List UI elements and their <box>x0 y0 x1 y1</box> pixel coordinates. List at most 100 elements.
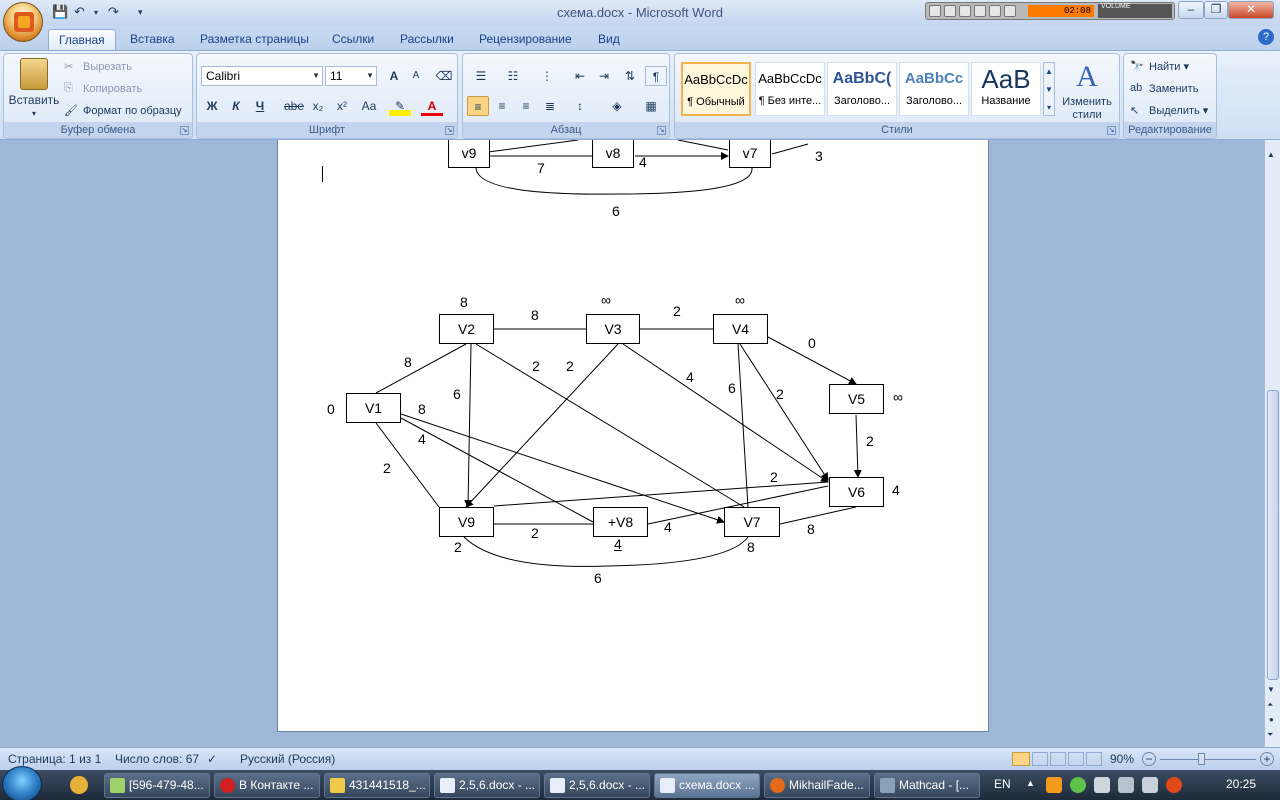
media-eject-icon[interactable] <box>1004 5 1016 17</box>
vertical-scrollbar[interactable]: ▲ ▼ ⏶ ● ⏷ <box>1264 140 1280 747</box>
next-page-icon[interactable]: ⏷ <box>1267 730 1273 740</box>
multilevel-list-icon[interactable]: ⋮ <box>533 66 561 86</box>
font-size-combo[interactable]: 11 ▼ <box>325 66 377 86</box>
tab-insert[interactable]: Вставка <box>120 29 185 50</box>
start-button[interactable] <box>2 766 42 800</box>
font-name-combo[interactable]: Calibri ▼ <box>201 66 323 86</box>
align-right-icon[interactable]: ≡ <box>515 96 537 116</box>
taskbar-item[interactable]: 2,5,6.docx - ... <box>544 773 650 798</box>
zoom-level[interactable]: 90% <box>1110 752 1134 766</box>
taskbar-item[interactable]: В Контакте ... <box>214 773 320 798</box>
style-no-spacing-tile[interactable]: AaBbCcDc ¶ Без инте... <box>755 62 825 116</box>
clipboard-launcher-icon[interactable]: ↘ <box>180 126 189 135</box>
scroll-thumb[interactable] <box>1267 390 1279 680</box>
find-button[interactable]: 🔭 Найти ▾ <box>1130 60 1189 74</box>
tray-service-icon[interactable] <box>1166 777 1182 793</box>
zoom-out-icon[interactable]: − <box>1142 752 1156 766</box>
language-indicator[interactable]: Русский (Россия) <box>240 752 335 766</box>
taskbar-item[interactable]: [596-479-48... <box>104 773 210 798</box>
italic-button[interactable]: К <box>225 96 247 116</box>
change-styles-button[interactable]: A Изменить стили <box>1059 58 1115 122</box>
taskbar-item[interactable]: 2,5,6.docx - ... <box>434 773 540 798</box>
format-painter-button[interactable]: 🖌 Формат по образцу <box>64 104 182 118</box>
taskbar-item[interactable]: Mathcad - [... <box>874 773 980 798</box>
scroll-down-icon[interactable]: ▼ <box>1267 685 1275 694</box>
proofing-icon[interactable]: ✓ <box>207 752 217 766</box>
undo-icon[interactable]: ↶ <box>74 4 85 22</box>
highlight-color-icon[interactable]: ✎ <box>389 96 411 116</box>
network-icon[interactable] <box>1118 777 1134 793</box>
minimize-button[interactable]: – <box>1178 1 1204 19</box>
font-launcher-icon[interactable]: ↘ <box>445 126 454 135</box>
clear-formatting-icon[interactable]: ⌫ <box>433 66 455 86</box>
font-color-icon[interactable]: A <box>421 96 443 116</box>
outline-view-icon[interactable] <box>1068 752 1084 766</box>
decrease-indent-icon[interactable]: ⇤ <box>569 66 591 86</box>
save-icon[interactable]: 💾 <box>52 4 68 22</box>
show-marks-button[interactable]: ¶ <box>645 66 667 86</box>
paragraph-launcher-icon[interactable]: ↘ <box>657 126 666 135</box>
tab-references[interactable]: Ссылки <box>322 29 384 50</box>
tray-device-icon[interactable] <box>1094 777 1110 793</box>
maximize-button[interactable]: ❐ <box>1204 1 1228 19</box>
grow-font-button[interactable]: A <box>383 66 405 86</box>
print-layout-view-icon[interactable] <box>1012 752 1030 766</box>
borders-icon[interactable]: ▦ <box>637 96 665 116</box>
volume-control[interactable]: VOLUME <box>1098 3 1172 18</box>
tab-view[interactable]: Вид <box>588 29 630 50</box>
customize-qat-icon[interactable]: ▾ <box>138 7 143 25</box>
styles-scroll[interactable]: ▲ ▼ ▾ <box>1043 62 1055 116</box>
bullets-icon[interactable]: ☰ <box>467 66 495 86</box>
strikethrough-button[interactable]: abe <box>281 96 307 116</box>
numbering-icon[interactable]: ☷ <box>499 66 527 86</box>
subscript-button[interactable]: x₂ <box>307 96 329 116</box>
help-icon[interactable]: ? <box>1258 29 1274 45</box>
prev-page-icon[interactable]: ⏶ <box>1267 700 1273 710</box>
web-layout-view-icon[interactable] <box>1050 752 1066 766</box>
media-pause-icon[interactable] <box>959 5 971 17</box>
word-count[interactable]: Число слов: 67 <box>115 752 199 766</box>
styles-launcher-icon[interactable]: ↘ <box>1107 126 1116 135</box>
underline-button[interactable]: Ч <box>249 96 271 116</box>
paste-button[interactable]: Вставить ▾ <box>8 58 60 119</box>
draft-view-icon[interactable] <box>1086 752 1102 766</box>
media-prev-icon[interactable] <box>929 5 941 17</box>
style-heading2-tile[interactable]: AaBbCc Заголово... <box>899 62 969 116</box>
tab-page-layout[interactable]: Разметка страницы <box>190 29 319 50</box>
document-page[interactable]: v9 v8 v7 7 4 3 6 V2 V3 V4 V1 V5 V6 V9 +V… <box>277 140 989 732</box>
cut-button[interactable]: ✂ Вырезать <box>64 60 132 74</box>
sort-icon[interactable]: ⇅ <box>619 66 641 86</box>
taskbar-item[interactable]: MikhailFade... <box>764 773 870 798</box>
media-stop-icon[interactable] <box>974 5 986 17</box>
justify-icon[interactable]: ≣ <box>539 96 561 116</box>
language-indicator[interactable]: EN <box>994 777 1011 791</box>
tab-mailings[interactable]: Рассылки <box>390 29 464 50</box>
full-screen-view-icon[interactable] <box>1032 752 1048 766</box>
media-play-icon[interactable] <box>944 5 956 17</box>
zoom-slider[interactable] <box>1160 759 1256 760</box>
tray-expand-icon[interactable]: ▲ <box>1026 778 1035 788</box>
browse-object-icon[interactable]: ● <box>1269 715 1274 724</box>
volume-icon[interactable] <box>1142 777 1158 793</box>
select-button[interactable]: ↖ Выделить ▾ <box>1130 104 1208 118</box>
media-tray-icon[interactable] <box>1046 777 1062 793</box>
zoom-in-icon[interactable]: + <box>1260 752 1274 766</box>
close-button[interactable]: ✕ <box>1228 1 1274 19</box>
media-next-icon[interactable] <box>989 5 1001 17</box>
shading-icon[interactable]: ◈ <box>603 96 631 116</box>
line-spacing-icon[interactable]: ↕ <box>567 96 593 116</box>
increase-indent-icon[interactable]: ⇥ <box>593 66 615 86</box>
taskbar-item[interactable]: 431441518_... <box>324 773 430 798</box>
zoom-slider-thumb[interactable] <box>1198 753 1205 765</box>
align-left-icon[interactable]: ≡ <box>467 96 489 116</box>
undo-dropdown-icon[interactable]: ▾ <box>94 8 98 26</box>
change-case-button[interactable]: Aa <box>355 96 383 116</box>
style-normal-tile[interactable]: AaBbCcDc ¶ Обычный <box>681 62 751 116</box>
office-button[interactable] <box>3 2 43 42</box>
tray-app-icon[interactable] <box>1070 777 1086 793</box>
superscript-button[interactable]: x² <box>331 96 353 116</box>
copy-button[interactable]: ⎘ Копировать <box>64 82 142 96</box>
clock[interactable]: 20:25 <box>1226 777 1256 791</box>
align-center-icon[interactable]: ≡ <box>491 96 513 116</box>
replace-button[interactable]: ab Заменить <box>1130 82 1198 96</box>
